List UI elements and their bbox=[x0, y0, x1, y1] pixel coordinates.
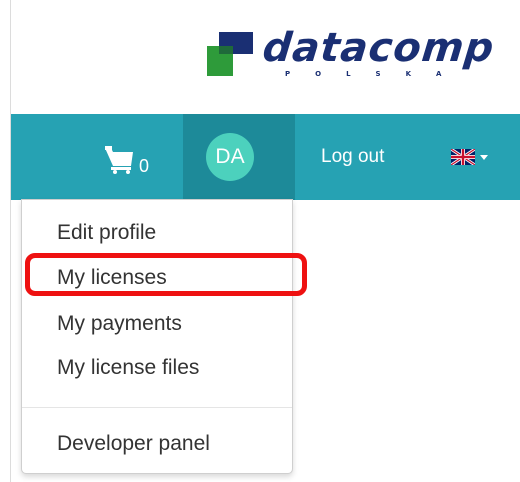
cart-count: 0 bbox=[139, 156, 150, 176]
logo-subtext: POLSKA bbox=[285, 70, 467, 78]
datacomp-logo[interactable]: datacomp POLSKA bbox=[207, 25, 507, 84]
page-frame: datacomp POLSKA 0 DA Log out Edit profil… bbox=[10, 0, 520, 482]
logo-wordmark: datacomp bbox=[260, 25, 497, 71]
logout-link[interactable]: Log out bbox=[321, 114, 384, 200]
cart-button[interactable]: 0 bbox=[93, 114, 183, 200]
avatar: DA bbox=[206, 133, 254, 181]
menu-item-edit-profile[interactable]: Edit profile bbox=[57, 220, 156, 246]
menu-divider bbox=[22, 407, 292, 408]
chevron-down-icon bbox=[480, 155, 488, 160]
menu-item-my-licenses[interactable]: My licenses bbox=[57, 265, 167, 291]
cart-icon bbox=[105, 146, 133, 174]
logo-mark-icon bbox=[207, 32, 253, 76]
menu-item-my-payments[interactable]: My payments bbox=[57, 311, 182, 337]
user-dropdown-menu: Edit profile My licenses My payments My … bbox=[21, 199, 293, 474]
top-navbar: 0 DA Log out bbox=[11, 114, 520, 200]
user-menu-toggle[interactable]: DA bbox=[183, 114, 295, 200]
uk-flag-icon bbox=[451, 149, 475, 165]
language-selector[interactable] bbox=[451, 147, 501, 167]
menu-item-my-license-files[interactable]: My license files bbox=[57, 355, 199, 381]
menu-item-developer-panel[interactable]: Developer panel bbox=[57, 431, 210, 457]
